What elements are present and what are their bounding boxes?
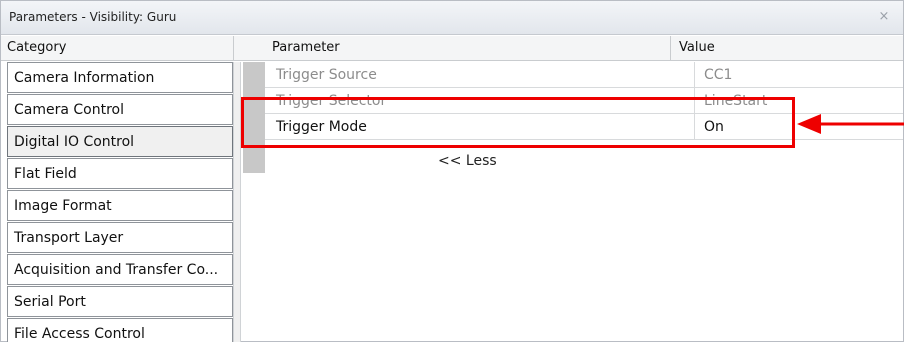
parameter-name: Trigger Source <box>276 67 377 83</box>
pointer-arrow-icon <box>797 114 904 134</box>
header-value: Value <box>679 40 715 55</box>
header-divider[interactable] <box>670 36 671 61</box>
header-divider[interactable] <box>233 36 234 61</box>
window-title: Parameters - Visibility: Guru <box>9 10 177 24</box>
category-item-serial-port[interactable]: Serial Port <box>7 286 233 317</box>
parameter-row-trigger-source[interactable]: Trigger Source CC1 <box>265 62 903 88</box>
category-item-digital-io-control[interactable]: Digital IO Control <box>7 126 233 157</box>
column-divider <box>694 62 695 88</box>
row-marker <box>243 62 265 88</box>
category-item-camera-control[interactable]: Camera Control <box>7 94 233 125</box>
highlight-box <box>241 97 795 148</box>
parameter-value: CC1 <box>704 67 733 83</box>
close-icon[interactable]: × <box>877 10 891 24</box>
title-bar: Parameters - Visibility: Guru × <box>1 1 903 35</box>
category-item-file-access-control[interactable]: File Access Control <box>7 318 233 342</box>
category-list: Camera Information Camera Control Digita… <box>7 62 233 342</box>
category-item-flat-field[interactable]: Flat Field <box>7 158 233 189</box>
parameters-window: Parameters - Visibility: Guru × Category… <box>0 0 904 342</box>
category-item-image-format[interactable]: Image Format <box>7 190 233 221</box>
category-item-transport-layer[interactable]: Transport Layer <box>7 222 233 253</box>
column-header: Category Parameter Value <box>1 36 903 61</box>
header-parameter: Parameter <box>272 40 340 55</box>
less-link[interactable]: << Less <box>438 153 497 169</box>
pane-splitter[interactable] <box>233 62 241 342</box>
category-item-acquisition-and-transfer[interactable]: Acquisition and Transfer Co... <box>7 254 233 285</box>
category-item-camera-information[interactable]: Camera Information <box>7 62 233 93</box>
header-category: Category <box>7 40 67 55</box>
